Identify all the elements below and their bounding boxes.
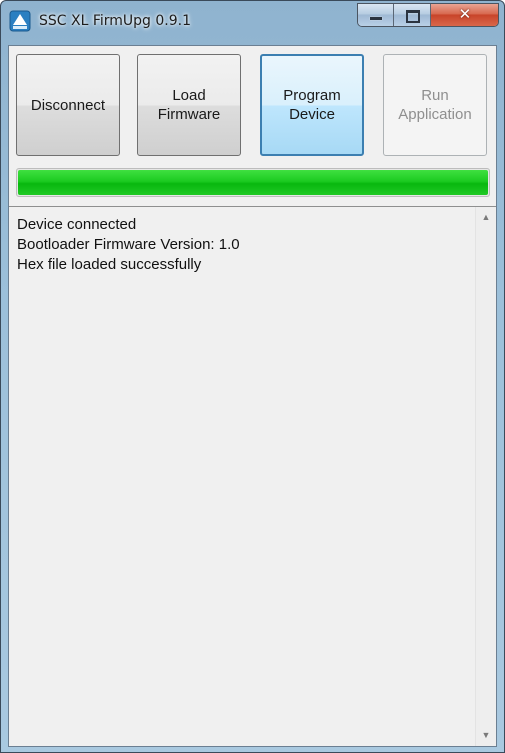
- log-line: Bootloader Firmware Version: 1.0: [17, 236, 240, 253]
- caption-buttons: ✕: [357, 3, 499, 27]
- upload-triangle-icon: [9, 10, 31, 32]
- program-device-button[interactable]: Program Device: [260, 54, 364, 156]
- program-label-line2: Device: [289, 106, 335, 123]
- close-icon: ✕: [458, 5, 472, 23]
- app-window: SSC XL FirmUpg 0.9.1 ✕ Disconnect Load F…: [0, 0, 505, 753]
- load-label-line2: Firmware: [157, 106, 221, 123]
- program-device-label: Program Device: [283, 86, 341, 124]
- scroll-down-arrow-icon[interactable]: ▼: [476, 727, 496, 744]
- close-button[interactable]: ✕: [430, 4, 498, 26]
- program-label-line1: Program: [283, 87, 341, 104]
- log-line: Hex file loaded successfully: [17, 256, 202, 273]
- disconnect-label: Disconnect: [30, 96, 106, 114]
- load-firmware-button[interactable]: Load Firmware: [137, 54, 241, 156]
- disconnect-button[interactable]: Disconnect: [16, 54, 120, 156]
- progress-bar: [16, 168, 490, 197]
- run-label-line1: Run: [421, 87, 449, 104]
- title-bar[interactable]: SSC XL FirmUpg 0.9.1 ✕: [1, 1, 504, 45]
- log-lines: Device connected Bootloader Firmware Vers…: [17, 215, 457, 275]
- load-label-line1: Load: [172, 87, 206, 104]
- run-application-button[interactable]: Run Application: [383, 54, 487, 156]
- scroll-up-arrow-icon[interactable]: ▲: [476, 209, 496, 226]
- maximize-button[interactable]: [394, 4, 431, 26]
- client-area: Disconnect Load Firmware Program Device …: [8, 45, 497, 747]
- progress-fill: [18, 170, 488, 195]
- window-title: SSC XL FirmUpg 0.9.1: [39, 13, 192, 29]
- log-textbox[interactable]: Device connected Bootloader Firmware Vers…: [9, 206, 496, 746]
- run-application-label: Run Application: [398, 86, 471, 124]
- log-line: Device connected: [17, 216, 137, 233]
- load-firmware-label: Load Firmware: [158, 86, 221, 124]
- vertical-scrollbar[interactable]: ▲ ▼: [475, 207, 496, 746]
- run-label-line2: Application: [398, 106, 472, 123]
- minimize-button[interactable]: [358, 4, 395, 26]
